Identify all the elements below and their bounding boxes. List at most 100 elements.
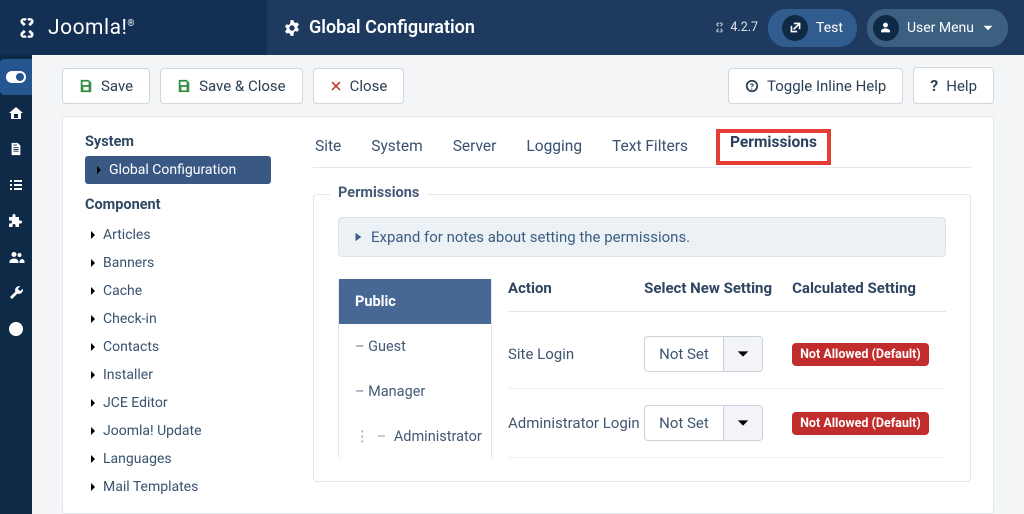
user-menu-button[interactable]: User Menu (867, 9, 1008, 47)
gear-icon (283, 19, 301, 37)
perm-select[interactable]: Not Set (644, 336, 763, 372)
version-badge[interactable]: 4.2.7 (713, 20, 758, 35)
rail-content[interactable] (0, 131, 32, 167)
chevron-down-icon (724, 406, 762, 440)
nav-item-cache[interactable]: Cache (85, 277, 271, 305)
col-calc-header: Calculated Setting (792, 279, 946, 297)
nav-item-label: Cache (103, 283, 142, 299)
tab-system[interactable]: System (369, 133, 424, 165)
rail-help[interactable] (0, 311, 32, 347)
chevron-right-icon (89, 369, 97, 381)
chevron-right-icon (89, 481, 97, 493)
perm-select-value: Not Set (645, 337, 724, 371)
nav-item-languages[interactable]: Languages (85, 445, 271, 473)
chevron-right-icon (89, 285, 97, 297)
nav-active-label: Global Configuration (109, 162, 236, 178)
config-nav: System Global Configuration Component Ar… (85, 133, 271, 513)
chevron-right-icon (89, 397, 97, 409)
toggle-help-label: Toggle Inline Help (767, 77, 886, 95)
brand-text: Joomla!® (48, 16, 135, 40)
close-label: Close (350, 77, 388, 95)
permission-row: Site LoginNot SetNot Allowed (Default) (508, 320, 946, 389)
perm-calc-badge: Not Allowed (Default) (792, 412, 929, 435)
chevron-right-icon (89, 313, 97, 325)
nav-item-label: Contacts (103, 339, 159, 355)
main: Save Save & Close Close Toggle Inline He… (32, 55, 1024, 514)
tab-logging[interactable]: Logging (524, 133, 584, 165)
col-select-header: Select New Setting (644, 279, 792, 297)
perm-select-value: Not Set (645, 406, 724, 440)
nav-item-jce-editor[interactable]: JCE Editor (85, 389, 271, 417)
toggle-inline-help-button[interactable]: Toggle Inline Help (728, 68, 903, 104)
save-icon (79, 79, 93, 93)
nav-item-label: JCE Editor (103, 395, 168, 411)
rail-toggle[interactable] (0, 59, 32, 95)
nav-component-heading: Component (85, 196, 271, 213)
rail-components[interactable] (0, 203, 32, 239)
brand[interactable]: Joomla!® (0, 0, 267, 55)
test-button[interactable]: Test (768, 9, 857, 47)
tab-text-filters[interactable]: Text Filters (610, 133, 690, 165)
titlebar: Global Configuration 4.2.7 Test User Men… (267, 0, 1024, 55)
nav-item-label: Check-in (103, 311, 157, 327)
nav-item-installer[interactable]: Installer (85, 361, 271, 389)
perm-select[interactable]: Not Set (644, 405, 763, 441)
user-menu-label: User Menu (907, 20, 974, 36)
nav-item-check-in[interactable]: Check-in (85, 305, 271, 333)
topbar: Joomla!® Global Configuration 4.2.7 Test… (0, 0, 1024, 55)
perm-action: Administrator Login (508, 414, 644, 432)
nav-item-articles[interactable]: Articles (85, 221, 271, 249)
save-button[interactable]: Save (62, 68, 150, 104)
permissions-legend: Permissions (330, 184, 427, 201)
chevron-right-icon (89, 453, 97, 465)
permissions-table: Action Select New Setting Calculated Set… (508, 279, 946, 459)
chevron-down-icon (982, 22, 994, 34)
triangle-right-icon (353, 232, 363, 242)
permission-row: Administrator LoginNot Set Not Allowed (D… (508, 389, 946, 458)
joomla-logo-icon (14, 15, 40, 41)
save-icon (177, 79, 191, 93)
nav-active-global-config[interactable]: Global Configuration (85, 156, 271, 184)
joomla-small-icon (713, 21, 726, 34)
group-tab-guest[interactable]: Guest (339, 324, 491, 369)
nav-item-label: Joomla! Update (103, 423, 202, 439)
nav-item-label: Mail Templates (103, 479, 198, 495)
group-tab-administrator[interactable]: Administrator (339, 414, 491, 459)
chevron-down-icon (724, 337, 762, 371)
nav-item-label: Installer (103, 367, 153, 383)
group-tab-manager[interactable]: Manager (339, 369, 491, 414)
nav-item-label: Languages (103, 451, 172, 467)
nav-item-label: Banners (103, 255, 154, 271)
page-title: Global Configuration (309, 17, 475, 38)
nav-item-label: Articles (103, 227, 151, 243)
expand-notes-label: Expand for notes about setting the permi… (371, 228, 690, 246)
rail-system[interactable] (0, 275, 32, 311)
chevron-right-icon (89, 425, 97, 437)
nav-item-mail-templates[interactable]: Mail Templates (85, 473, 271, 501)
rail-users[interactable] (0, 239, 32, 275)
tab-permissions[interactable]: Permissions (728, 129, 819, 151)
help-label: Help (946, 77, 977, 95)
close-icon (330, 80, 342, 92)
perm-action: Site Login (508, 345, 644, 363)
expand-notes-button[interactable]: Expand for notes about setting the permi… (338, 217, 946, 257)
nav-system-heading: System (85, 133, 271, 150)
rail-home[interactable] (0, 95, 32, 131)
close-button[interactable]: Close (313, 68, 405, 104)
external-link-icon (782, 15, 808, 41)
nav-item-banners[interactable]: Banners (85, 249, 271, 277)
config-panel: Site System Server Logging Text Filters Permi… (313, 133, 971, 513)
question-mark-icon: ? (930, 76, 938, 95)
save-close-button[interactable]: Save & Close (160, 68, 303, 104)
tab-server[interactable]: Server (451, 133, 499, 165)
nav-item-contacts[interactable]: Contacts (85, 333, 271, 361)
save-close-label: Save & Close (199, 77, 286, 95)
chevron-right-icon (95, 164, 103, 176)
nav-item-joomla-update[interactable]: Joomla! Update (85, 417, 271, 445)
group-tab-public[interactable]: Public (339, 279, 491, 324)
tab-site[interactable]: Site (313, 133, 343, 165)
group-tabs: PublicGuestManagerAdministrator (338, 279, 492, 459)
tab-bar: SiteSystemServerLoggingText FiltersPermi… (313, 133, 971, 168)
help-button[interactable]: ? Help (913, 67, 994, 104)
rail-menus[interactable] (0, 167, 32, 203)
